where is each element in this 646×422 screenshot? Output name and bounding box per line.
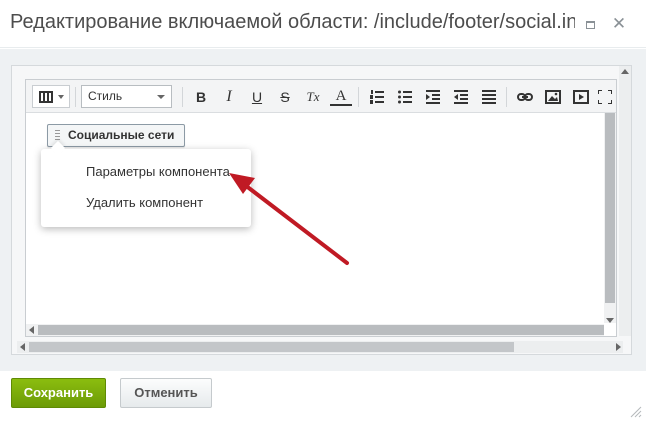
dialog-titlebar[interactable]: Редактирование включаемой области: /incl… [0, 0, 646, 48]
style-select[interactable]: Стиль [81, 85, 172, 108]
clear-format-button[interactable]: Tx [302, 86, 324, 108]
drag-handle-icon[interactable] [55, 130, 60, 141]
underline-button[interactable]: U [246, 86, 268, 108]
toolbar-divider [358, 87, 359, 107]
scrollbar-thumb[interactable] [38, 325, 604, 335]
component-label: Социальные сети [68, 128, 175, 142]
component-context-menu: Параметры компонента Удалить компонент [41, 149, 251, 227]
scroll-left-icon[interactable] [20, 343, 25, 351]
resize-grip-icon[interactable] [630, 406, 642, 418]
toolbar-divider [75, 87, 76, 107]
indent-icon [426, 90, 440, 104]
component-tag[interactable]: Социальные сети [47, 124, 186, 147]
strikethrough-button[interactable]: S [274, 86, 296, 108]
scroll-up-icon[interactable] [621, 69, 629, 74]
align-justify-icon [482, 90, 496, 104]
cancel-button[interactable]: Отменить [120, 378, 212, 408]
link-icon [517, 93, 533, 101]
scrollbar-thumb[interactable] [605, 113, 615, 303]
scroll-down-icon[interactable] [606, 318, 614, 323]
vertical-scrollbar[interactable] [604, 113, 616, 323]
save-button[interactable]: Сохранить [11, 378, 106, 408]
close-icon[interactable]: ✕ [610, 15, 628, 33]
bullet-list-button[interactable] [394, 86, 416, 108]
editor-toolbar: Стиль B I U S Tx A [26, 80, 616, 113]
ordered-list-icon [370, 90, 384, 104]
outer-vertical-scrollbar[interactable] [619, 66, 631, 336]
video-button[interactable] [570, 86, 592, 108]
font-color-button[interactable]: A [330, 86, 352, 106]
menu-item-component-params[interactable]: Параметры компонента [41, 157, 251, 187]
dialog-footer: Сохранить Отменить [0, 371, 646, 422]
fullscreen-button[interactable] [596, 86, 614, 108]
horizontal-scrollbar[interactable] [26, 324, 604, 336]
fullscreen-icon [597, 89, 613, 105]
ordered-list-button[interactable] [366, 86, 388, 108]
visual-editor[interactable]: Стиль B I U S Tx A Социальные сети Парам… [25, 79, 617, 337]
editor-frame: Стиль B I U S Tx A Социальные сети Парам… [11, 65, 632, 355]
scroll-left-icon[interactable] [29, 326, 34, 334]
scroll-right-icon[interactable] [616, 343, 621, 351]
view-mode-button[interactable] [32, 85, 70, 108]
chevron-down-icon [58, 95, 64, 99]
link-button[interactable] [514, 86, 536, 108]
outer-horizontal-scrollbar[interactable] [17, 341, 623, 353]
toolbar-divider [506, 87, 507, 107]
image-icon [545, 90, 561, 104]
indent-button[interactable] [422, 86, 444, 108]
align-button[interactable] [478, 86, 500, 108]
chevron-down-icon [157, 95, 165, 99]
outdent-icon [454, 90, 468, 104]
video-icon [573, 90, 589, 104]
film-icon [39, 91, 53, 103]
scrollbar-thumb[interactable] [29, 342, 514, 352]
italic-button[interactable]: I [218, 86, 240, 108]
dialog-title: Редактирование включаемой области: /incl… [10, 11, 575, 33]
menu-item-delete-component[interactable]: Удалить компонент [41, 188, 251, 218]
image-button[interactable] [542, 86, 564, 108]
outdent-button[interactable] [450, 86, 472, 108]
maximize-icon[interactable] [581, 15, 599, 33]
edit-include-dialog: Редактирование включаемой области: /incl… [0, 0, 646, 422]
style-select-value: Стиль [88, 89, 123, 103]
dialog-content: Стиль B I U S Tx A Социальные сети Парам… [0, 49, 646, 371]
toolbar-divider [182, 87, 183, 107]
bold-button[interactable]: B [190, 86, 212, 108]
bullet-list-icon [398, 90, 412, 104]
